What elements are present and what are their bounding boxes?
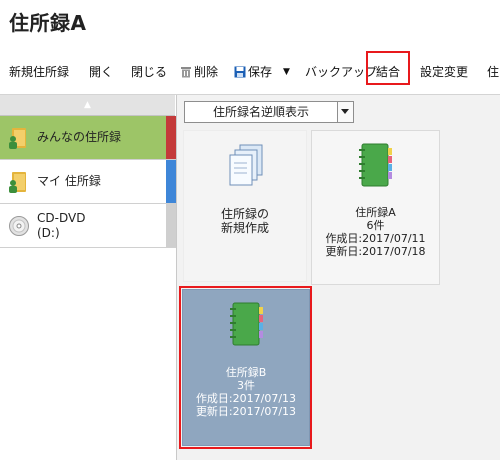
- save-dropdown-icon[interactable]: ▼: [283, 62, 290, 82]
- selection-highlight-box: [179, 286, 312, 449]
- close-button[interactable]: 閉じる: [131, 62, 167, 82]
- sidebar-item-label: マイ 住所録: [37, 174, 101, 188]
- accent-bar: [166, 160, 176, 203]
- delete-label: 削除: [194, 65, 219, 79]
- title-bar: 住所録A: [0, 0, 500, 42]
- sidebar-item-sublabel: (D:): [37, 226, 60, 240]
- combine-highlight-box: [366, 51, 410, 85]
- settings-change-button[interactable]: 設定変更: [420, 62, 468, 82]
- chevron-down-icon[interactable]: [337, 102, 353, 122]
- shared-folder-icon: [9, 128, 26, 149]
- sidebar-item-label: CD-DVD: [37, 211, 86, 225]
- new-document-icon: [229, 144, 263, 186]
- accent-bar: [166, 204, 176, 247]
- toolbar: 新規住所録 開く 閉じる 削除 保存 ▼ バックアップ 結合 設定変更 住: [0, 42, 500, 95]
- card-name: 住所録A: [355, 206, 396, 219]
- sidebar-item-label: みんなの住所録: [37, 130, 122, 144]
- save-label: 保存: [248, 65, 273, 79]
- open-button[interactable]: 開く: [89, 62, 113, 82]
- sidebar-item-personal[interactable]: マイ 住所録: [0, 160, 176, 204]
- sort-order-dropdown[interactable]: 住所録名逆順表示: [184, 101, 354, 123]
- toolbar-overflow-item[interactable]: 住: [487, 62, 499, 82]
- card-count: 6件: [366, 219, 385, 232]
- cd-dvd-icon: [9, 216, 29, 236]
- card-updated: 更新日:2017/07/18: [325, 245, 426, 258]
- sidebar: ▲ みんなの住所録 マイ 住所録 CD-DVD (D:): [0, 95, 177, 460]
- delete-button[interactable]: 削除: [180, 62, 218, 82]
- sidebar-item-cd-dvd[interactable]: CD-DVD (D:): [0, 204, 176, 248]
- sidebar-item-shared[interactable]: みんなの住所録: [0, 116, 176, 160]
- card-title-line1: 住所録の: [220, 207, 269, 221]
- personal-folder-icon: [9, 172, 26, 193]
- save-button[interactable]: 保存: [234, 62, 272, 82]
- accent-bar: [166, 116, 176, 159]
- new-address-book-button[interactable]: 新規住所録: [9, 62, 69, 82]
- window-title: 住所録A: [9, 11, 87, 35]
- new-address-book-card[interactable]: 住所録の 新規作成: [183, 130, 307, 282]
- card-title-line2: 新規作成: [220, 221, 269, 235]
- sort-order-label: 住所録名逆順表示: [212, 105, 309, 119]
- floppy-disk-icon: [234, 66, 246, 78]
- address-book-icon: [359, 143, 392, 187]
- trash-icon: [181, 67, 191, 78]
- address-book-card-a[interactable]: 住所録A 6件 作成日:2017/07/11 更新日:2017/07/18: [311, 130, 440, 285]
- scroll-up-button[interactable]: ▲: [0, 95, 175, 116]
- card-created: 作成日:2017/07/11: [325, 232, 426, 245]
